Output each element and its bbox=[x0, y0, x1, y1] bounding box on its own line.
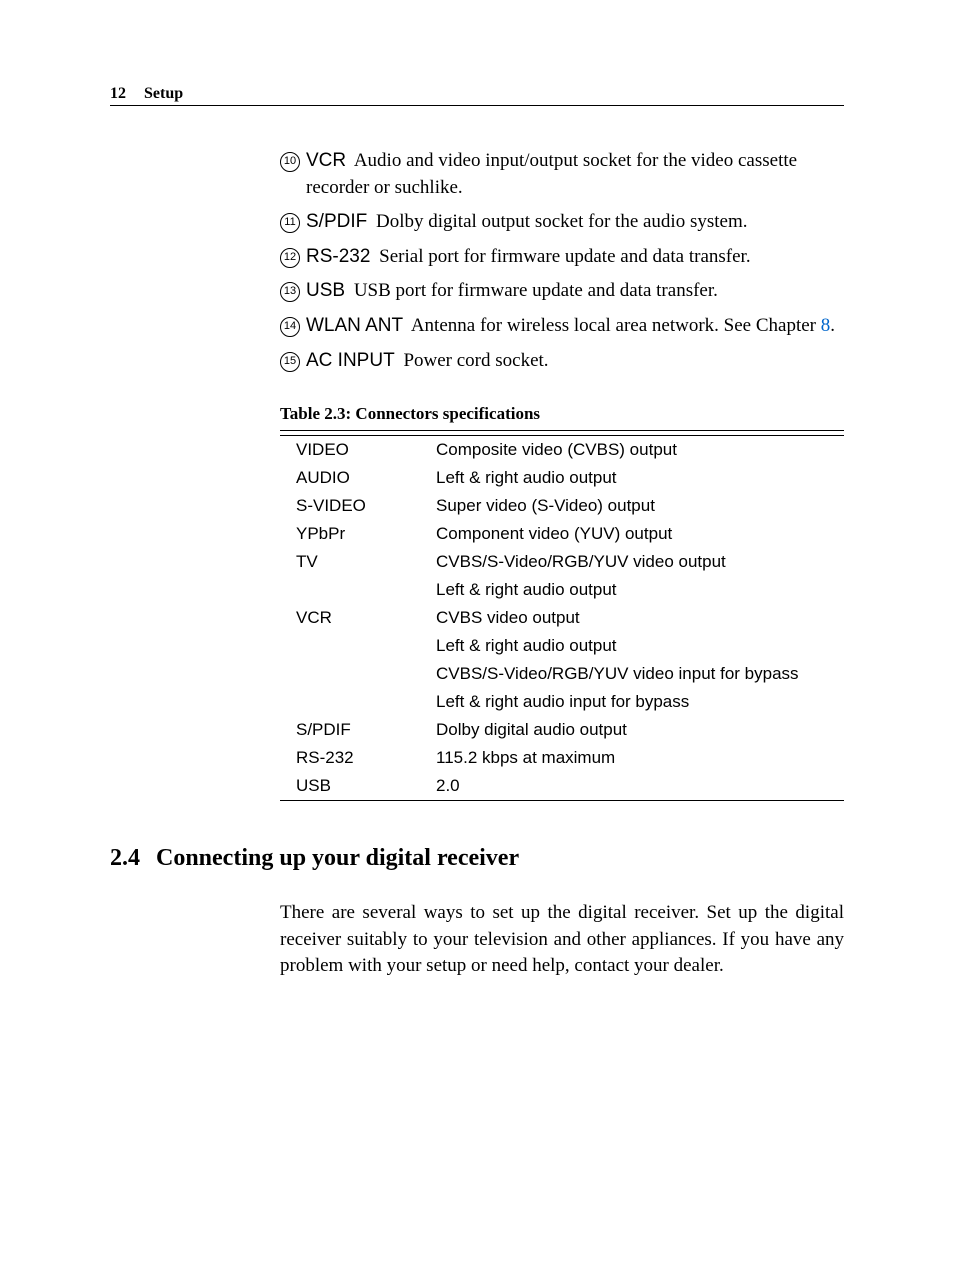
section-number: 2.4 bbox=[110, 845, 156, 872]
table-key: S/PDIF bbox=[280, 716, 436, 744]
connectors-table: VIDEOComposite video (CVBS) output AUDIO… bbox=[280, 430, 844, 801]
content-column: There are several ways to set up the dig… bbox=[280, 900, 844, 980]
definition-term: AC INPUT bbox=[306, 350, 395, 371]
table-value: 115.2 kbps at maximum bbox=[436, 744, 844, 772]
table-value: Dolby digital audio output bbox=[436, 716, 844, 744]
table-key bbox=[280, 688, 436, 716]
chapter-title: Setup bbox=[144, 85, 183, 103]
table-value: CVBS/S-Video/RGB/YUV video input for byp… bbox=[436, 660, 844, 688]
definition-term: S/PDIF bbox=[306, 211, 367, 232]
table-row: Left & right audio output bbox=[280, 632, 844, 660]
definition-description: Power cord socket. bbox=[403, 350, 548, 371]
table-value: Composite video (CVBS) output bbox=[436, 436, 844, 464]
definition-description: Dolby digital output socket for the audi… bbox=[376, 211, 748, 232]
page: 12 Setup 10 VCR Audio and video input/ou… bbox=[0, 0, 954, 1272]
table-key: VIDEO bbox=[280, 436, 436, 464]
running-header: 12 Setup bbox=[110, 85, 844, 106]
table-row: CVBS/S-Video/RGB/YUV video input for byp… bbox=[280, 660, 844, 688]
circled-number-icon: 10 bbox=[280, 152, 300, 172]
table-value: Component video (YUV) output bbox=[436, 520, 844, 548]
definition-list: 10 VCR Audio and video input/output sock… bbox=[280, 148, 844, 374]
table-value: Left & right audio output bbox=[436, 632, 844, 660]
table-key bbox=[280, 660, 436, 688]
definition-description: Antenna for wireless local area network.… bbox=[411, 315, 835, 336]
circled-number-icon: 15 bbox=[280, 352, 300, 372]
table-value: 2.0 bbox=[436, 772, 844, 801]
table-value: CVBS/S-Video/RGB/YUV video output bbox=[436, 548, 844, 576]
table-key bbox=[280, 632, 436, 660]
definition-item: 15 AC INPUT Power cord socket. bbox=[280, 348, 844, 375]
definition-item: 11 S/PDIF Dolby digital output socket fo… bbox=[280, 209, 844, 236]
table-row: YPbPrComponent video (YUV) output bbox=[280, 520, 844, 548]
definition-item: 10 VCR Audio and video input/output sock… bbox=[280, 148, 844, 201]
definition-item: 13 USB USB port for firmware update and … bbox=[280, 278, 844, 305]
table-row: Left & right audio output bbox=[280, 576, 844, 604]
table-row: RS-232115.2 kbps at maximum bbox=[280, 744, 844, 772]
definition-body: AC INPUT Power cord socket. bbox=[306, 348, 844, 375]
table-caption: Table 2.3: Connectors specifications bbox=[280, 404, 844, 424]
table-row: AUDIOLeft & right audio output bbox=[280, 464, 844, 492]
table-key: TV bbox=[280, 548, 436, 576]
table-row: Left & right audio input for bypass bbox=[280, 688, 844, 716]
table-value: CVBS video output bbox=[436, 604, 844, 632]
definition-description: Serial port for firmware update and data… bbox=[379, 246, 750, 267]
definition-body: WLAN ANT Antenna for wireless local area… bbox=[306, 313, 844, 340]
definition-body: RS-232 Serial port for firmware update a… bbox=[306, 244, 844, 271]
definition-description: Audio and video input/output socket for … bbox=[306, 150, 797, 198]
table-key: S-VIDEO bbox=[280, 492, 436, 520]
circled-number-icon: 13 bbox=[280, 282, 300, 302]
table-row: TVCVBS/S-Video/RGB/YUV video output bbox=[280, 548, 844, 576]
table-value: Left & right audio output bbox=[436, 576, 844, 604]
table-row: VCRCVBS video output bbox=[280, 604, 844, 632]
definition-term: USB bbox=[306, 280, 345, 301]
table-row: S-VIDEOSuper video (S-Video) output bbox=[280, 492, 844, 520]
table-value: Left & right audio input for bypass bbox=[436, 688, 844, 716]
circled-number-icon: 12 bbox=[280, 248, 300, 268]
section-paragraph: There are several ways to set up the dig… bbox=[280, 900, 844, 980]
content-column: 10 VCR Audio and video input/output sock… bbox=[280, 148, 844, 801]
definition-body: VCR Audio and video input/output socket … bbox=[306, 148, 844, 201]
definition-body: USB USB port for firmware update and dat… bbox=[306, 278, 844, 305]
definition-text: . bbox=[830, 315, 835, 336]
definition-text: Antenna for wireless local area network.… bbox=[411, 315, 821, 336]
table-key: VCR bbox=[280, 604, 436, 632]
table-key: AUDIO bbox=[280, 464, 436, 492]
section-heading: 2.4 Connecting up your digital receiver bbox=[110, 845, 844, 872]
circled-number-icon: 11 bbox=[280, 213, 300, 233]
table-key: USB bbox=[280, 772, 436, 801]
table-key: YPbPr bbox=[280, 520, 436, 548]
definition-term: WLAN ANT bbox=[306, 315, 403, 336]
table-row: USB2.0 bbox=[280, 772, 844, 801]
table-value: Super video (S-Video) output bbox=[436, 492, 844, 520]
table-row: VIDEOComposite video (CVBS) output bbox=[280, 436, 844, 464]
definition-body: S/PDIF Dolby digital output socket for t… bbox=[306, 209, 844, 236]
page-number: 12 bbox=[110, 85, 126, 103]
chapter-link[interactable]: 8 bbox=[821, 315, 831, 336]
definition-description: USB port for firmware update and data tr… bbox=[354, 280, 718, 301]
definition-term: RS-232 bbox=[306, 246, 370, 267]
definition-item: 14 WLAN ANT Antenna for wireless local a… bbox=[280, 313, 844, 340]
definition-item: 12 RS-232 Serial port for firmware updat… bbox=[280, 244, 844, 271]
definition-term: VCR bbox=[306, 150, 346, 171]
table-key: RS-232 bbox=[280, 744, 436, 772]
circled-number-icon: 14 bbox=[280, 317, 300, 337]
table-row: S/PDIFDolby digital audio output bbox=[280, 716, 844, 744]
table-value: Left & right audio output bbox=[436, 464, 844, 492]
section-title: Connecting up your digital receiver bbox=[156, 845, 519, 872]
table-key bbox=[280, 576, 436, 604]
